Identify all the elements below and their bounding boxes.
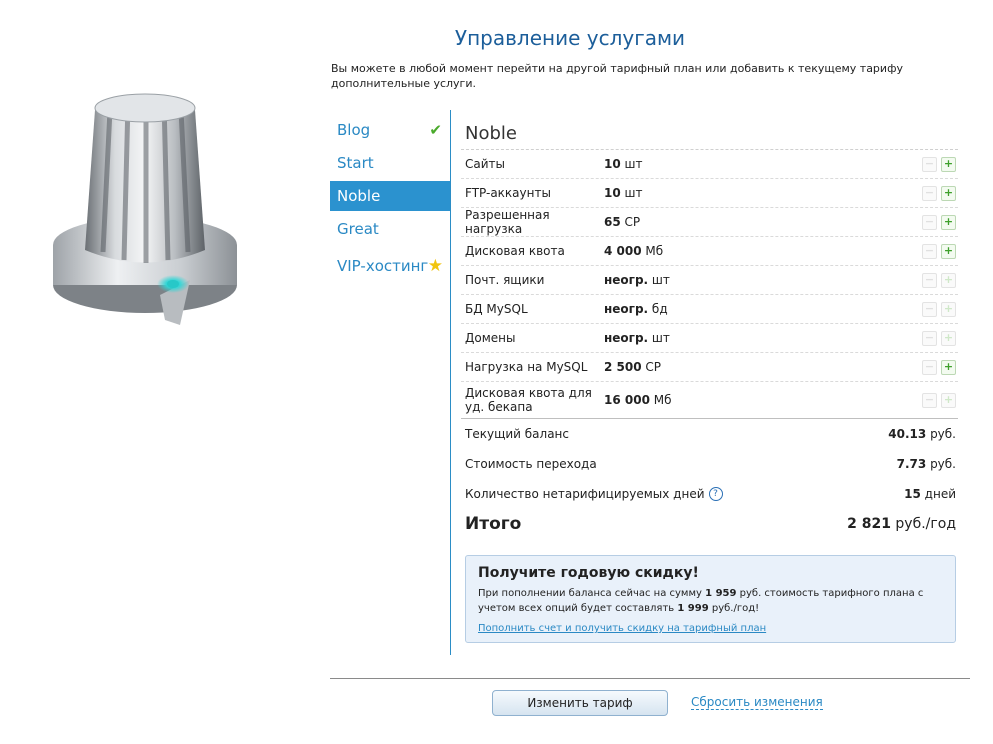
option-value: 65 bbox=[604, 215, 621, 229]
option-value: 10 bbox=[604, 157, 621, 171]
option-row: БД MySQL неогр. бд − + bbox=[461, 294, 958, 323]
balance-unit: руб. bbox=[930, 427, 956, 441]
plan-tabs: Blog ✔ Start Noble Great VIP-хостинг ★ bbox=[330, 115, 451, 284]
option-name: FTP-аккаунты bbox=[465, 186, 551, 200]
transfer-cost-row: Стоимость перехода 7.73 руб. bbox=[461, 449, 958, 479]
option-value: 10 bbox=[604, 186, 621, 200]
option-row: FTP-аккаунты 10 шт − + bbox=[461, 178, 958, 207]
option-value: 2 500 bbox=[604, 360, 642, 374]
option-name: Почт. ящики bbox=[465, 273, 545, 287]
tab-great[interactable]: Great bbox=[330, 214, 451, 244]
hosting-knob-illustration bbox=[53, 93, 237, 325]
tab-label: Great bbox=[337, 220, 379, 238]
free-days-row: Количество нетарифицируемых дней? 15 дне… bbox=[461, 479, 958, 509]
promo-text: При пополнении баланса сейчас на сумму 1… bbox=[478, 588, 924, 614]
option-value: неогр. bbox=[604, 273, 649, 287]
intro-text: Вы можете в любой момент перейти на друг… bbox=[331, 62, 903, 90]
increase-button[interactable]: + bbox=[941, 272, 956, 288]
increase-button[interactable]: + bbox=[941, 359, 956, 375]
free-days-unit: дней bbox=[924, 487, 956, 501]
option-value: неогр. bbox=[604, 331, 649, 345]
decrease-button[interactable]: − bbox=[922, 301, 937, 317]
option-name: Разрешенная нагрузка bbox=[465, 208, 550, 236]
total-unit: руб./год bbox=[895, 516, 956, 532]
tab-label: VIP-хостинг bbox=[337, 257, 429, 275]
transfer-cost-label: Стоимость перехода bbox=[465, 457, 597, 471]
change-plan-button[interactable]: Изменить тариф bbox=[492, 690, 668, 716]
reset-changes-link[interactable]: Сбросить изменения bbox=[691, 695, 823, 710]
total-row: Итого 2 821 руб./год bbox=[461, 509, 958, 539]
tab-label: Blog bbox=[337, 121, 371, 139]
star-icon: ★ bbox=[427, 256, 443, 276]
option-name: Сайты bbox=[465, 157, 505, 171]
decrease-button[interactable]: − bbox=[922, 156, 937, 172]
option-row: Нагрузка на MySQL 2 500 CP − + bbox=[461, 352, 958, 381]
page-title: Управление услугами bbox=[454, 26, 686, 50]
transfer-cost-unit: руб. bbox=[930, 457, 956, 471]
option-row: Сайты 10 шт − + bbox=[461, 149, 958, 178]
increase-button[interactable]: + bbox=[941, 185, 956, 201]
discount-promo: Получите годовую скидку! При пополнении … bbox=[465, 555, 956, 643]
option-value: 16 000 bbox=[604, 393, 650, 407]
option-name: БД MySQL bbox=[465, 302, 528, 316]
option-unit: Мб bbox=[645, 244, 664, 258]
increase-button[interactable]: + bbox=[941, 243, 956, 259]
tab-vip-hosting[interactable]: VIP-хостинг ★ bbox=[330, 251, 451, 281]
promo-link[interactable]: Пополнить счет и получить скидку на тари… bbox=[478, 623, 766, 634]
free-days-value: 15 bbox=[904, 487, 921, 501]
option-row: Домены неогр. шт − + bbox=[461, 323, 958, 352]
option-unit: CP bbox=[624, 215, 641, 229]
tab-blog[interactable]: Blog ✔ bbox=[330, 115, 451, 145]
option-name: Дисковая квота для уд. бекапа bbox=[465, 386, 592, 414]
decrease-button[interactable]: − bbox=[922, 359, 937, 375]
tab-start[interactable]: Start bbox=[330, 148, 451, 178]
option-name: Нагрузка на MySQL bbox=[465, 360, 588, 374]
option-unit: шт bbox=[624, 186, 643, 200]
option-unit: шт bbox=[651, 273, 670, 287]
decrease-button[interactable]: − bbox=[922, 214, 937, 230]
option-row: Разрешенная нагрузка 65 CP − + bbox=[461, 207, 958, 236]
option-value: 4 000 bbox=[604, 244, 642, 258]
increase-button[interactable]: + bbox=[941, 156, 956, 172]
decrease-button[interactable]: − bbox=[922, 185, 937, 201]
summary: Текущий баланс 40.13 руб. Стоимость пере… bbox=[461, 418, 958, 539]
tab-label: Noble bbox=[337, 187, 381, 205]
tabs-divider bbox=[450, 110, 451, 655]
decrease-button[interactable]: − bbox=[922, 392, 937, 408]
option-unit: бд bbox=[651, 302, 668, 316]
increase-button[interactable]: + bbox=[941, 392, 956, 408]
option-row: Дисковая квота 4 000 Мб − + bbox=[461, 236, 958, 265]
option-unit: шт bbox=[624, 157, 643, 171]
tab-label: Start bbox=[337, 154, 374, 172]
total-label: Итого bbox=[465, 514, 522, 534]
balance-label: Текущий баланс bbox=[465, 427, 569, 441]
help-icon[interactable]: ? bbox=[708, 487, 723, 502]
tab-noble[interactable]: Noble bbox=[330, 181, 451, 211]
balance-value: 40.13 bbox=[888, 427, 927, 441]
divider bbox=[330, 678, 970, 679]
transfer-cost-value: 7.73 bbox=[896, 457, 927, 471]
free-days-label: Количество нетарифицируемых дней bbox=[465, 486, 705, 501]
decrease-button[interactable]: − bbox=[922, 243, 937, 259]
option-unit: Мб bbox=[653, 393, 672, 407]
option-value: неогр. bbox=[604, 302, 649, 316]
increase-button[interactable]: + bbox=[941, 330, 956, 346]
option-unit: CP bbox=[645, 360, 662, 374]
option-row: Почт. ящики неогр. шт − + bbox=[461, 265, 958, 294]
total-value: 2 821 bbox=[847, 516, 891, 532]
plan-name: Noble bbox=[465, 123, 517, 144]
decrease-button[interactable]: − bbox=[922, 272, 937, 288]
check-icon: ✔ bbox=[429, 121, 442, 139]
option-name: Домены bbox=[465, 331, 516, 345]
option-unit: шт bbox=[651, 331, 670, 345]
plan-panel: Noble Сайты 10 шт − + FTP-аккаунты 10 шт … bbox=[461, 120, 958, 643]
promo-title: Получите годовую скидку! bbox=[478, 565, 699, 581]
decrease-button[interactable]: − bbox=[922, 330, 937, 346]
balance-row: Текущий баланс 40.13 руб. bbox=[461, 419, 958, 449]
increase-button[interactable]: + bbox=[941, 301, 956, 317]
increase-button[interactable]: + bbox=[941, 214, 956, 230]
option-row: Дисковая квота для уд. бекапа 16 000 Мб … bbox=[461, 381, 958, 418]
option-name: Дисковая квота bbox=[465, 244, 565, 258]
